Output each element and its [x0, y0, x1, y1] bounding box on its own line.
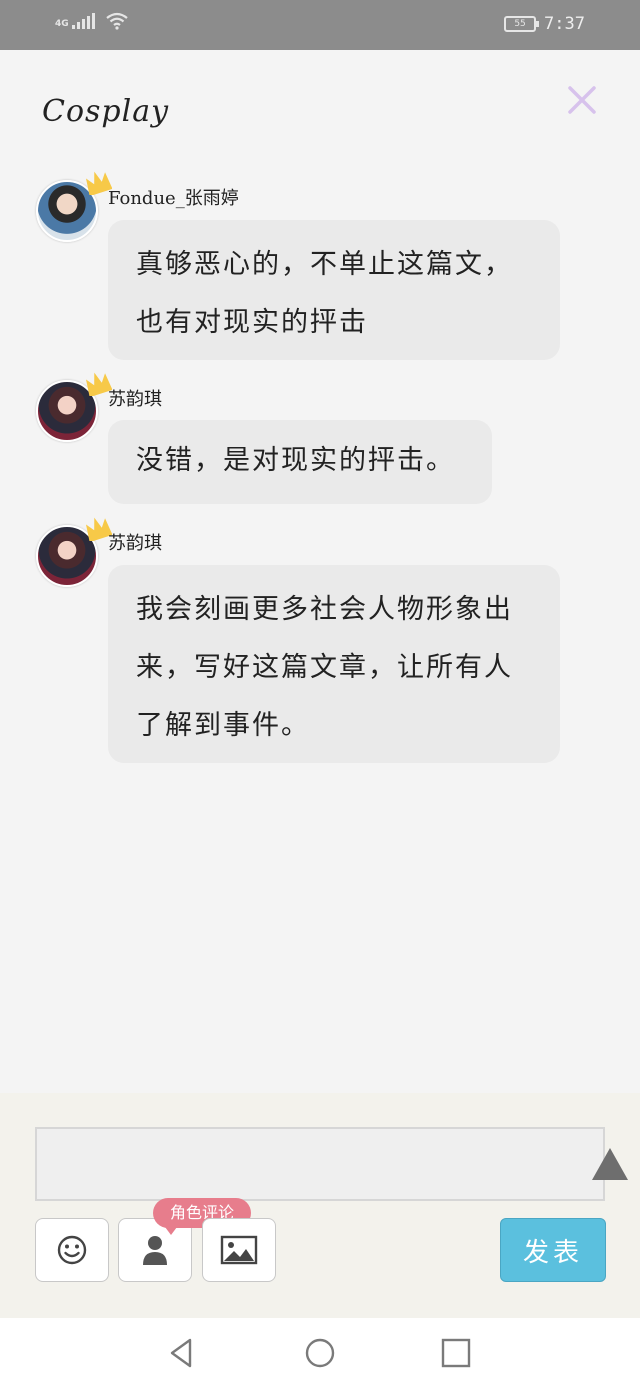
message-bubble: 真够恶心的，不单止这篇文， 也有对现实的抨击	[108, 220, 560, 360]
image-button[interactable]	[202, 1218, 276, 1282]
message-line: 来，写好这篇文章，让所有人	[136, 652, 513, 683]
username: 苏韵琪	[108, 533, 162, 554]
message-bubble: 没错，是对现实的抨击。	[108, 420, 492, 504]
comment-input[interactable]	[35, 1127, 605, 1201]
close-icon[interactable]	[566, 84, 598, 116]
home-icon[interactable]	[304, 1337, 336, 1369]
person-icon	[143, 1236, 167, 1265]
status-left: 4G	[55, 12, 129, 30]
username: Fondue_张雨婷	[108, 188, 239, 209]
send-button[interactable]: 发表	[500, 1218, 606, 1282]
wifi-icon	[105, 12, 128, 30]
message-line: 没错，是对现实的抨击。	[136, 445, 455, 476]
message-line: 也有对现实的抨击	[136, 307, 368, 338]
emoji-button[interactable]	[35, 1218, 109, 1282]
username: 苏韵琪	[108, 389, 162, 410]
clock: 7:37	[544, 14, 585, 34]
image-icon	[220, 1235, 258, 1265]
message-line: 我会刻画更多社会人物形象出	[136, 594, 513, 625]
battery-icon: 55	[504, 16, 540, 32]
signal-icon: 4G	[55, 13, 95, 29]
system-nav-bar	[0, 1318, 640, 1387]
emoji-icon	[57, 1235, 87, 1265]
back-icon[interactable]	[166, 1337, 198, 1369]
page-title: Cosplay	[42, 94, 170, 129]
expand-up-icon[interactable]	[590, 1146, 630, 1182]
message-bubble: 我会刻画更多社会人物形象出 来，写好这篇文章，让所有人 了解到事件。	[108, 565, 560, 763]
message-line: 了解到事件。	[136, 710, 310, 741]
composer-panel: 角色评论 发表	[0, 1093, 640, 1318]
network-type: 4G	[55, 19, 69, 29]
status-right: 55 7:37	[504, 14, 585, 34]
message-line: 真够恶心的，不单止这篇文，	[136, 249, 513, 280]
recents-icon[interactable]	[440, 1337, 472, 1369]
status-bar: 4G 55 7:37	[0, 0, 640, 50]
